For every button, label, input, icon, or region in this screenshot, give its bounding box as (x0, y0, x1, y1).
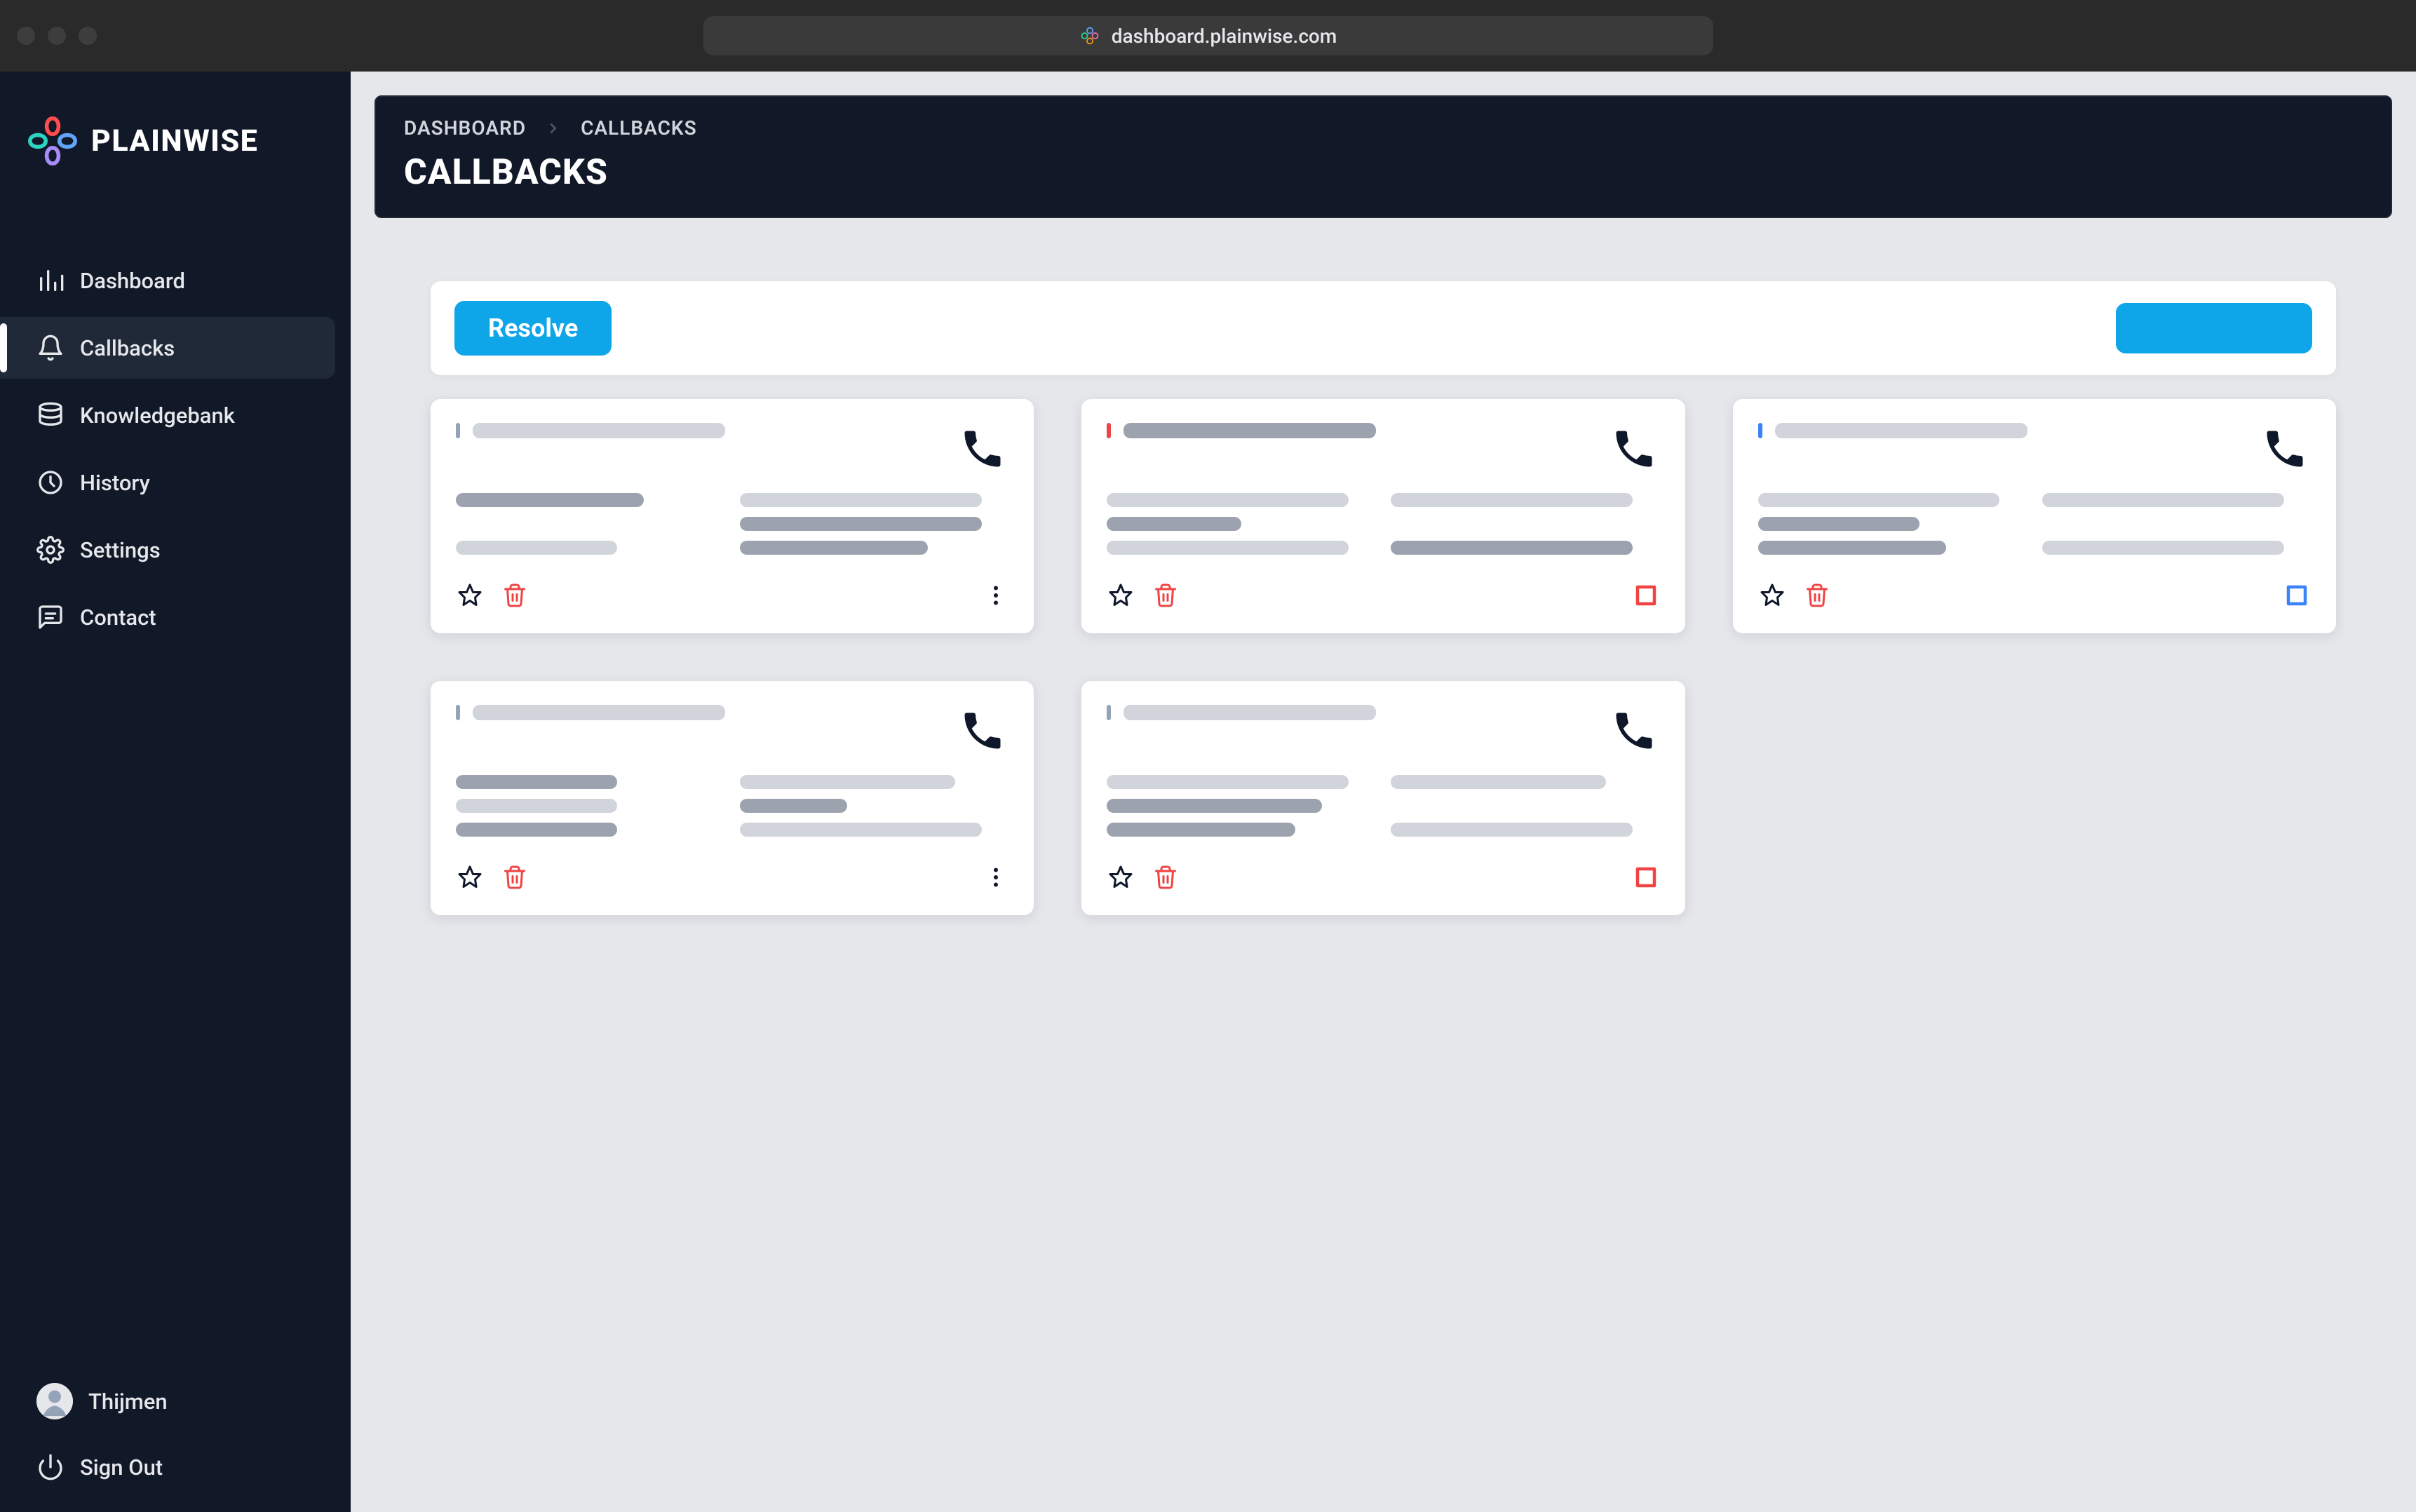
window-controls (17, 27, 97, 45)
star-icon[interactable] (1107, 863, 1135, 891)
chart-bar-icon (36, 266, 65, 295)
phone-icon (2259, 423, 2311, 475)
trash-icon[interactable] (501, 581, 529, 609)
toolbar: Resolve (431, 281, 2336, 375)
gear-icon (36, 536, 65, 564)
phone-icon (957, 423, 1008, 475)
page-title: CALLBACKS (404, 152, 2363, 193)
breadcrumb-item[interactable]: CALLBACKS (581, 116, 697, 140)
sidebar-item-label: Dashboard (80, 268, 185, 294)
trash-icon[interactable] (1152, 581, 1180, 609)
cards-grid (431, 399, 2336, 915)
sidebar-signout[interactable]: Sign Out (0, 1436, 351, 1498)
breadcrumb-item[interactable]: DASHBOARD (404, 116, 526, 140)
card-title-skeleton (1123, 423, 1376, 438)
breadcrumb: DASHBOARD CALLBACKS (404, 116, 2363, 140)
sidebar-footer: Thijmen Sign Out (0, 1366, 351, 1512)
callback-card[interactable] (431, 399, 1034, 633)
toolbar-action-placeholder[interactable] (2116, 303, 2312, 353)
minimize-dot[interactable] (48, 27, 66, 45)
trash-icon[interactable] (1152, 863, 1180, 891)
card-body-skeleton (456, 493, 1008, 555)
sidebar-item-history[interactable]: History (0, 452, 335, 513)
callback-card[interactable] (1733, 399, 2336, 633)
bell-icon (36, 334, 65, 362)
select-box-icon[interactable] (2283, 581, 2311, 609)
main-content: DASHBOARD CALLBACKS CALLBACKS Resolve (351, 72, 2416, 1512)
callback-card[interactable] (431, 681, 1034, 915)
star-icon[interactable] (456, 863, 484, 891)
app-frame: PLAINWISE Dashboard Callbacks Knowledgeb… (0, 72, 2416, 1512)
sidebar-item-knowledgebank[interactable]: Knowledgebank (0, 384, 335, 446)
sidebar-item-settings[interactable]: Settings (0, 519, 335, 581)
resolve-button[interactable]: Resolve (454, 301, 612, 356)
star-icon[interactable] (456, 581, 484, 609)
close-dot[interactable] (17, 27, 35, 45)
sidebar-item-label: Knowledgebank (80, 403, 235, 428)
card-title-skeleton (1775, 423, 2027, 438)
phone-icon (957, 705, 1008, 757)
browser-chrome: dashboard.plainwise.com (0, 0, 2416, 72)
brand-mark-icon (28, 116, 77, 166)
card-title-skeleton (1123, 705, 1376, 720)
user-name: Thijmen (88, 1389, 168, 1415)
sidebar-item-label: History (80, 470, 150, 496)
sidebar-item-contact[interactable]: Contact (0, 586, 335, 648)
card-title-skeleton (473, 705, 725, 720)
card-title-skeleton (473, 423, 725, 438)
brand-text: PLAINWISE (91, 123, 258, 158)
more-icon[interactable] (983, 865, 1008, 890)
card-accent (456, 423, 460, 438)
trash-icon[interactable] (501, 863, 529, 891)
database-icon (36, 401, 65, 429)
clock-icon (36, 468, 65, 497)
trash-icon[interactable] (1803, 581, 1831, 609)
brand: PLAINWISE (0, 72, 351, 194)
more-icon[interactable] (983, 583, 1008, 608)
callback-card[interactable] (1081, 681, 1685, 915)
address-bar-text: dashboard.plainwise.com (1112, 25, 1337, 48)
card-accent (456, 705, 460, 720)
phone-icon (1608, 423, 1660, 475)
address-bar[interactable]: dashboard.plainwise.com (703, 16, 1713, 55)
card-body-skeleton (1107, 493, 1659, 555)
power-icon (36, 1453, 65, 1481)
sidebar-item-label: Callbacks (80, 335, 175, 361)
sidebar-item-callbacks[interactable]: Callbacks (0, 317, 335, 379)
sidebar: PLAINWISE Dashboard Callbacks Knowledgeb… (0, 72, 351, 1512)
chat-icon (36, 603, 65, 631)
chevron-right-icon (546, 121, 561, 136)
card-body-skeleton (1758, 493, 2311, 555)
zoom-dot[interactable] (79, 27, 97, 45)
site-icon (1079, 25, 1100, 46)
callback-card[interactable] (1081, 399, 1685, 633)
card-accent (1107, 705, 1111, 720)
sidebar-user[interactable]: Thijmen (0, 1366, 351, 1436)
select-box-icon[interactable] (1632, 581, 1660, 609)
star-icon[interactable] (1107, 581, 1135, 609)
avatar (36, 1383, 73, 1419)
star-icon[interactable] (1758, 581, 1786, 609)
card-accent (1758, 423, 1762, 438)
select-box-icon[interactable] (1632, 863, 1660, 891)
signout-label: Sign Out (80, 1454, 163, 1480)
phone-icon (1608, 705, 1660, 757)
card-body-skeleton (456, 775, 1008, 837)
sidebar-item-label: Settings (80, 537, 161, 563)
sidebar-nav: Dashboard Callbacks Knowledgebank Histor… (0, 194, 351, 648)
page-header: DASHBOARD CALLBACKS CALLBACKS (374, 95, 2392, 218)
sidebar-item-label: Contact (80, 605, 156, 630)
card-accent (1107, 423, 1111, 438)
card-body-skeleton (1107, 775, 1659, 837)
sidebar-item-dashboard[interactable]: Dashboard (0, 250, 335, 311)
